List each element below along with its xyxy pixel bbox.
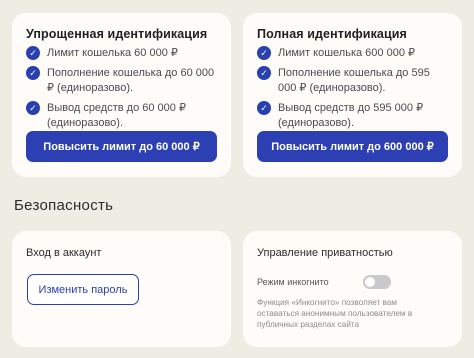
incognito-toggle[interactable] xyxy=(363,275,391,289)
check-circle-icon: ✓ xyxy=(257,66,271,80)
card-title: Управление приватностью xyxy=(257,247,393,259)
change-password-button[interactable]: Изменить пароль xyxy=(27,274,139,305)
card-title: Полная идентификация xyxy=(257,27,407,41)
check-circle-icon: ✓ xyxy=(26,46,40,60)
check-circle-icon: ✓ xyxy=(257,101,271,115)
incognito-label: Режим инкогнито xyxy=(257,277,329,287)
privacy-card: Управление приватностью Режим инкогнито … xyxy=(243,231,462,347)
limit-text: Пополнение кошелька до 60 000 ₽ (единора… xyxy=(47,67,215,94)
list-item: ✓ Вывод средств до 60 000 ₽ (единоразово… xyxy=(26,101,217,131)
limit-text: Лимит кошелька 60 000 ₽ xyxy=(47,47,178,59)
check-circle-icon: ✓ xyxy=(257,46,271,60)
list-item: ✓ Пополнение кошелька до 60 000 ₽ (едино… xyxy=(26,66,217,96)
check-circle-icon: ✓ xyxy=(26,101,40,115)
card-title: Упрощенная идентификация xyxy=(26,27,208,41)
incognito-row: Режим инкогнито xyxy=(257,275,391,289)
section-title-security: Безопасность xyxy=(14,197,114,214)
list-item: ✓ Лимит кошелька 60 000 ₽ xyxy=(26,46,217,61)
raise-limit-60000-button[interactable]: Повысить лимит до 60 000 ₽ xyxy=(26,131,217,162)
list-item: ✓ Лимит кошелька 600 000 ₽ xyxy=(257,46,448,61)
limit-text: Пополнение кошелька до 595 000 ₽ (единор… xyxy=(278,67,430,94)
limit-text: Лимит кошелька 600 000 ₽ xyxy=(278,47,415,59)
list-item: ✓ Вывод средств до 595 000 ₽ (единоразов… xyxy=(257,101,448,131)
raise-limit-600000-button[interactable]: Повысить лимит до 600 000 ₽ xyxy=(257,131,448,162)
list-item: ✓ Пополнение кошелька до 595 000 ₽ (един… xyxy=(257,66,448,96)
limit-text: Вывод средств до 60 000 ₽ (единоразово). xyxy=(47,102,186,129)
incognito-hint: Функция «Инкогнито» позволяет вам остава… xyxy=(257,298,413,329)
limit-text: Вывод средств до 595 000 ₽ (единоразово)… xyxy=(278,102,424,129)
card-title: Вход в аккаунт xyxy=(26,247,102,259)
toggle-knob xyxy=(365,277,375,287)
account-login-card: Вход в аккаунт Изменить пароль xyxy=(12,231,231,347)
check-circle-icon: ✓ xyxy=(26,66,40,80)
simple-identification-card: Упрощенная идентификация ✓ Лимит кошельк… xyxy=(12,13,231,177)
full-identification-card: Полная идентификация ✓ Лимит кошелька 60… xyxy=(243,13,462,177)
